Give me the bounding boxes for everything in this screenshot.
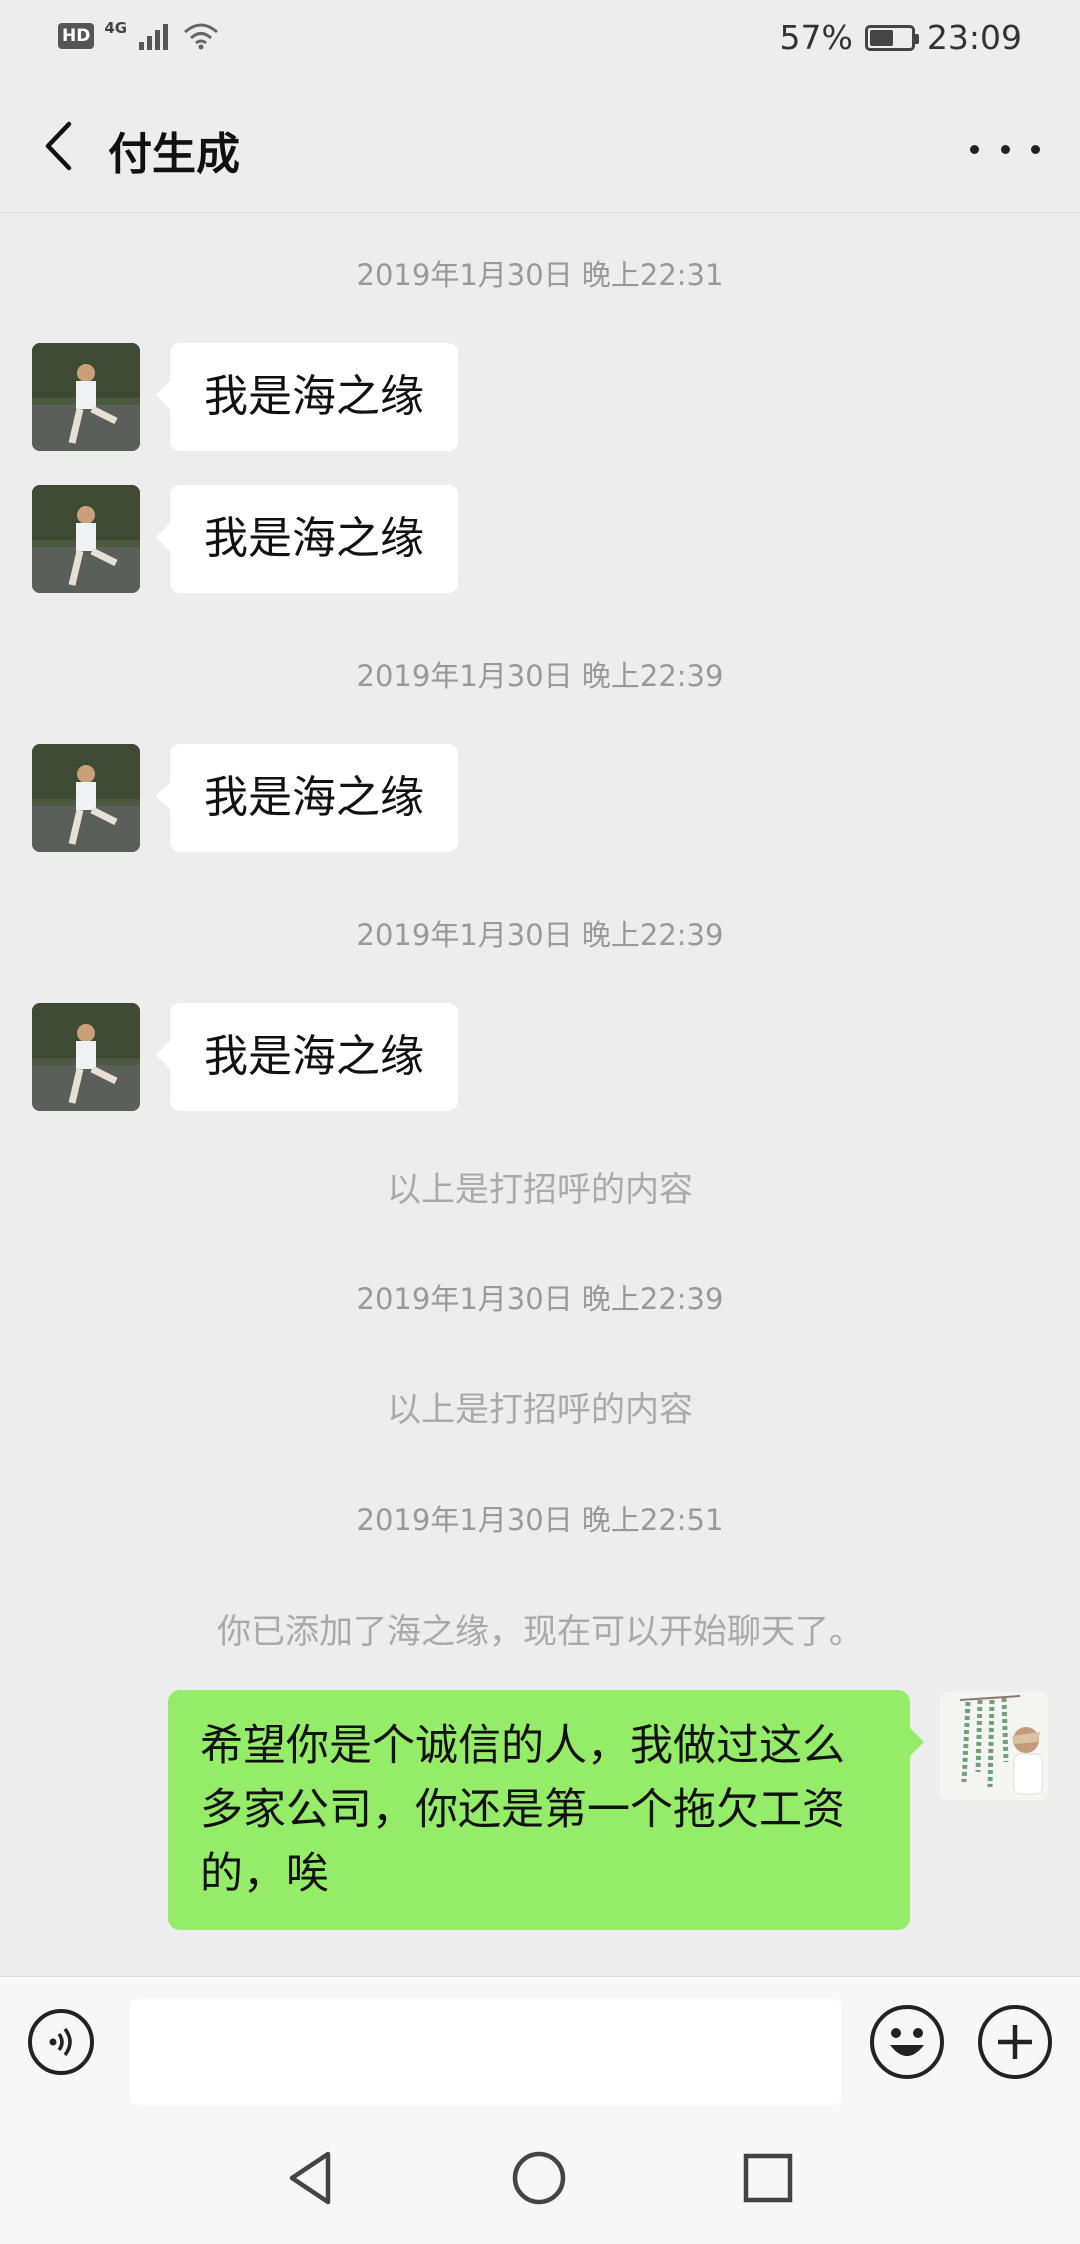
plus-icon — [998, 2025, 1032, 2059]
my-avatar[interactable] — [940, 1692, 1048, 1800]
contact-avatar[interactable] — [32, 343, 140, 451]
system-notice: 你已添加了海之缘，现在可以开始聊天了。 — [217, 1612, 863, 1652]
outgoing-bubble[interactable]: 希望你是个诚信的人，我做过这么多家公司，你还是第一个拖欠工资的，唉 — [168, 1690, 924, 1930]
contact-avatar[interactable] — [32, 744, 140, 852]
status-left: HD 4G — [58, 19, 219, 50]
chevron-left-icon — [45, 121, 72, 171]
timestamp: 2019年1月30日 晚上22:51 — [356, 1503, 724, 1537]
message-input[interactable] — [130, 1999, 842, 2105]
nav-recent-button[interactable] — [738, 2148, 798, 2208]
emoji-button[interactable] — [870, 2005, 944, 2079]
chat-screen: HD 4G 57% 23:09 付生成 2019年1月30日 晚上22:31 我… — [0, 0, 1080, 2244]
incoming-bubble[interactable]: 我是海之缘 — [156, 1003, 458, 1111]
voice-icon — [49, 2027, 72, 2057]
system-nav-bar — [0, 2114, 1080, 2244]
more-dots-icon — [970, 144, 979, 154]
more-options-button[interactable] — [970, 124, 1040, 174]
signal-icon — [139, 24, 169, 50]
voice-button[interactable] — [28, 2009, 94, 2075]
nav-back-button[interactable] — [282, 2148, 342, 2208]
contact-avatar[interactable] — [32, 1003, 140, 1111]
incoming-bubble[interactable]: 我是海之缘 — [156, 343, 458, 451]
system-notice: 以上是打招呼的内容 — [387, 1390, 693, 1430]
timestamp: 2019年1月30日 晚上22:39 — [356, 918, 724, 952]
timestamp: 2019年1月30日 晚上22:39 — [356, 659, 724, 693]
timestamp: 2019年1月30日 晚上22:39 — [356, 1282, 724, 1316]
timestamp: 2019年1月30日 晚上22:31 — [356, 258, 724, 292]
system-notice: 以上是打招呼的内容 — [387, 1170, 693, 1210]
status-right: 57% 23:09 — [780, 18, 1022, 57]
nav-home-button[interactable] — [509, 2148, 569, 2208]
wifi-icon — [184, 23, 219, 50]
contact-name: 付生成 — [108, 129, 240, 180]
incoming-bubble[interactable]: 我是海之缘 — [156, 744, 458, 852]
battery-fill — [869, 29, 893, 46]
plus-button[interactable] — [978, 2005, 1052, 2079]
circle-home-icon — [512, 2151, 566, 2205]
emoji-icon — [890, 2028, 924, 2056]
status-bar: HD 4G 57% 23:09 — [0, 0, 1080, 80]
back-button[interactable] — [28, 116, 88, 176]
battery-percent: 57% — [779, 18, 853, 57]
triangle-back-icon — [289, 2151, 331, 2205]
input-bar — [0, 1976, 1080, 2115]
hd-badge: HD — [58, 23, 95, 49]
contact-avatar[interactable] — [32, 485, 140, 593]
incoming-bubble[interactable]: 我是海之缘 — [156, 485, 458, 593]
network-type: 4G — [104, 19, 128, 37]
square-recent-icon — [743, 2153, 793, 2203]
battery-icon — [864, 24, 919, 51]
clock: 23:09 — [926, 18, 1022, 57]
chat-header: 付生成 — [0, 80, 1080, 213]
